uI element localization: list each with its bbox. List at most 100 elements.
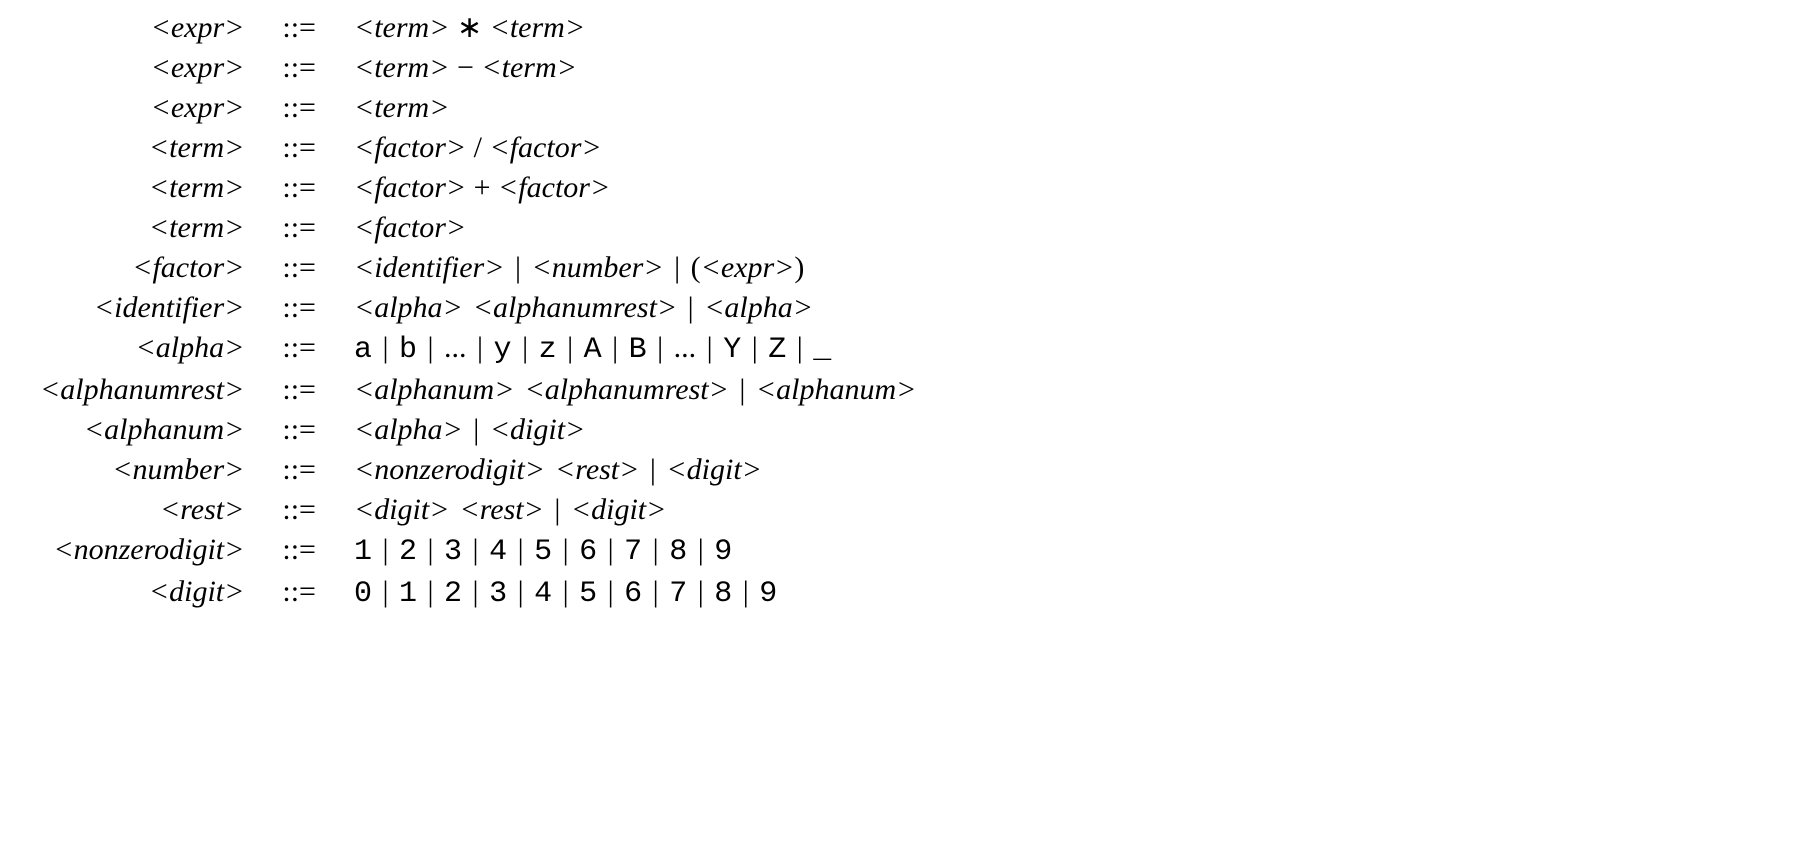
nonterminal: <term>	[354, 11, 449, 44]
lhs-nonterminal: <rest>	[160, 493, 244, 526]
nonterminal: <factor>	[354, 131, 466, 164]
lhs-nonterminal: <term>	[149, 171, 244, 204]
rule-lhs: <expr>	[40, 91, 244, 125]
alternation-bar: |	[557, 331, 584, 364]
defines-operator: ::=	[274, 251, 324, 285]
rule-rhs: <factor> + <factor>	[354, 171, 1760, 205]
symbol: (	[691, 251, 701, 284]
symbol: ∗	[449, 11, 489, 44]
terminal: 7	[669, 577, 687, 611]
alternation-bar: |	[687, 575, 714, 608]
rule-rhs: 0 | 1 | 2 | 3 | 4 | 5 | 6 | 7 | 8 | 9	[354, 575, 1760, 611]
lhs-nonterminal: <digit>	[149, 575, 245, 608]
rule-lhs: <term>	[40, 211, 244, 245]
bnf-grammar: <expr>::=<term> ∗ <term><expr>::=<term> …	[40, 10, 1760, 611]
terminal: 7	[624, 535, 642, 569]
nonterminal: <term>	[481, 51, 576, 84]
rule-rhs: 1 | 2 | 3 | 4 | 5 | 6 | 7 | 8 | 9	[354, 533, 1760, 569]
symbol: )	[794, 251, 804, 284]
nonterminal: <alphanumrest>	[473, 291, 677, 324]
rule-rhs: <factor>	[354, 211, 1760, 245]
alternation-bar: |	[417, 533, 444, 566]
alternation-bar: |	[786, 331, 813, 364]
rule-rhs: <term> ∗ <term>	[354, 10, 1760, 45]
rule-rhs: <term> − <term>	[354, 51, 1760, 85]
alternation-bar: |	[552, 533, 579, 566]
alternation-bar: |	[512, 331, 539, 364]
nonterminal: <digit>	[490, 413, 586, 446]
nonterminal: <identifier>	[354, 251, 504, 284]
nonterminal: <term>	[354, 51, 449, 84]
defines-operator: ::=	[274, 533, 324, 567]
nonterminal: <alphanum>	[756, 373, 917, 406]
lhs-nonterminal: <alphanumrest>	[40, 373, 244, 406]
lhs-nonterminal: <nonzerodigit>	[53, 533, 244, 566]
symbol: ...	[444, 331, 467, 364]
alternation-bar: |	[732, 575, 759, 608]
alternation-bar: |	[729, 373, 756, 406]
terminal: _	[813, 333, 831, 367]
terminal: 9	[759, 577, 777, 611]
nonterminal: <alphanum>	[354, 373, 515, 406]
nonterminal: <nonzerodigit>	[354, 453, 545, 486]
rule-lhs: <nonzerodigit>	[40, 533, 244, 567]
rule-lhs: <identifier>	[40, 291, 244, 325]
alternation-bar: |	[544, 493, 571, 526]
terminal: 6	[579, 535, 597, 569]
nonterminal: <digit>	[666, 453, 762, 486]
rule-rhs: a | b | ... | y | z | A | B | ... | Y | …	[354, 331, 1760, 367]
rule-lhs: <term>	[40, 131, 244, 165]
nonterminal: <term>	[490, 11, 585, 44]
defines-operator: ::=	[274, 291, 324, 325]
terminal: 2	[399, 535, 417, 569]
terminal: 3	[444, 535, 462, 569]
rule-rhs: <alpha><alphanumrest> | <alpha>	[354, 291, 1760, 325]
lhs-nonterminal: <alphanum>	[84, 413, 245, 446]
terminal: 4	[534, 577, 552, 611]
symbol: /	[466, 131, 489, 164]
rule-lhs: <alphanumrest>	[40, 373, 244, 407]
alternation-bar: |	[664, 251, 691, 284]
rule-rhs: <factor> / <factor>	[354, 131, 1760, 165]
terminal: y	[494, 333, 512, 367]
terminal: b	[399, 333, 417, 367]
terminal: 2	[444, 577, 462, 611]
alternation-bar: |	[507, 575, 534, 608]
alternation-bar: |	[696, 331, 723, 364]
defines-operator: ::=	[274, 11, 324, 45]
nonterminal: <alpha>	[354, 291, 463, 324]
terminal: Y	[723, 333, 741, 367]
nonterminal: <digit>	[571, 493, 667, 526]
defines-operator: ::=	[274, 51, 324, 85]
rule-lhs: <alphanum>	[40, 413, 244, 447]
terminal: z	[539, 333, 557, 367]
terminal: A	[584, 333, 602, 367]
alternation-bar: |	[467, 331, 494, 364]
nonterminal: <factor>	[498, 171, 610, 204]
alternation-bar: |	[642, 575, 669, 608]
alternation-bar: |	[741, 331, 768, 364]
alternation-bar: |	[552, 575, 579, 608]
alternation-bar: |	[372, 533, 399, 566]
defines-operator: ::=	[274, 91, 324, 125]
alternation-bar: |	[597, 575, 624, 608]
alternation-bar: |	[417, 575, 444, 608]
nonterminal: <alpha>	[704, 291, 813, 324]
terminal: 8	[669, 535, 687, 569]
rule-lhs: <factor>	[40, 251, 244, 285]
rule-lhs: <number>	[40, 453, 244, 487]
symbol: −	[449, 51, 481, 84]
rule-rhs: <nonzerodigit><rest> | <digit>	[354, 453, 1760, 487]
symbol: +	[466, 171, 498, 204]
lhs-nonterminal: <expr>	[151, 91, 245, 124]
rule-rhs: <alphanum><alphanumrest> | <alphanum>	[354, 373, 1760, 407]
lhs-nonterminal: <identifier>	[94, 291, 244, 324]
rule-lhs: <expr>	[40, 51, 244, 85]
terminal: 5	[534, 535, 552, 569]
defines-operator: ::=	[274, 211, 324, 245]
rule-rhs: <alpha> | <digit>	[354, 413, 1760, 447]
rule-lhs: <digit>	[40, 575, 244, 609]
terminal: 4	[489, 535, 507, 569]
alternation-bar: |	[504, 251, 531, 284]
nonterminal: <expr>	[701, 251, 795, 284]
